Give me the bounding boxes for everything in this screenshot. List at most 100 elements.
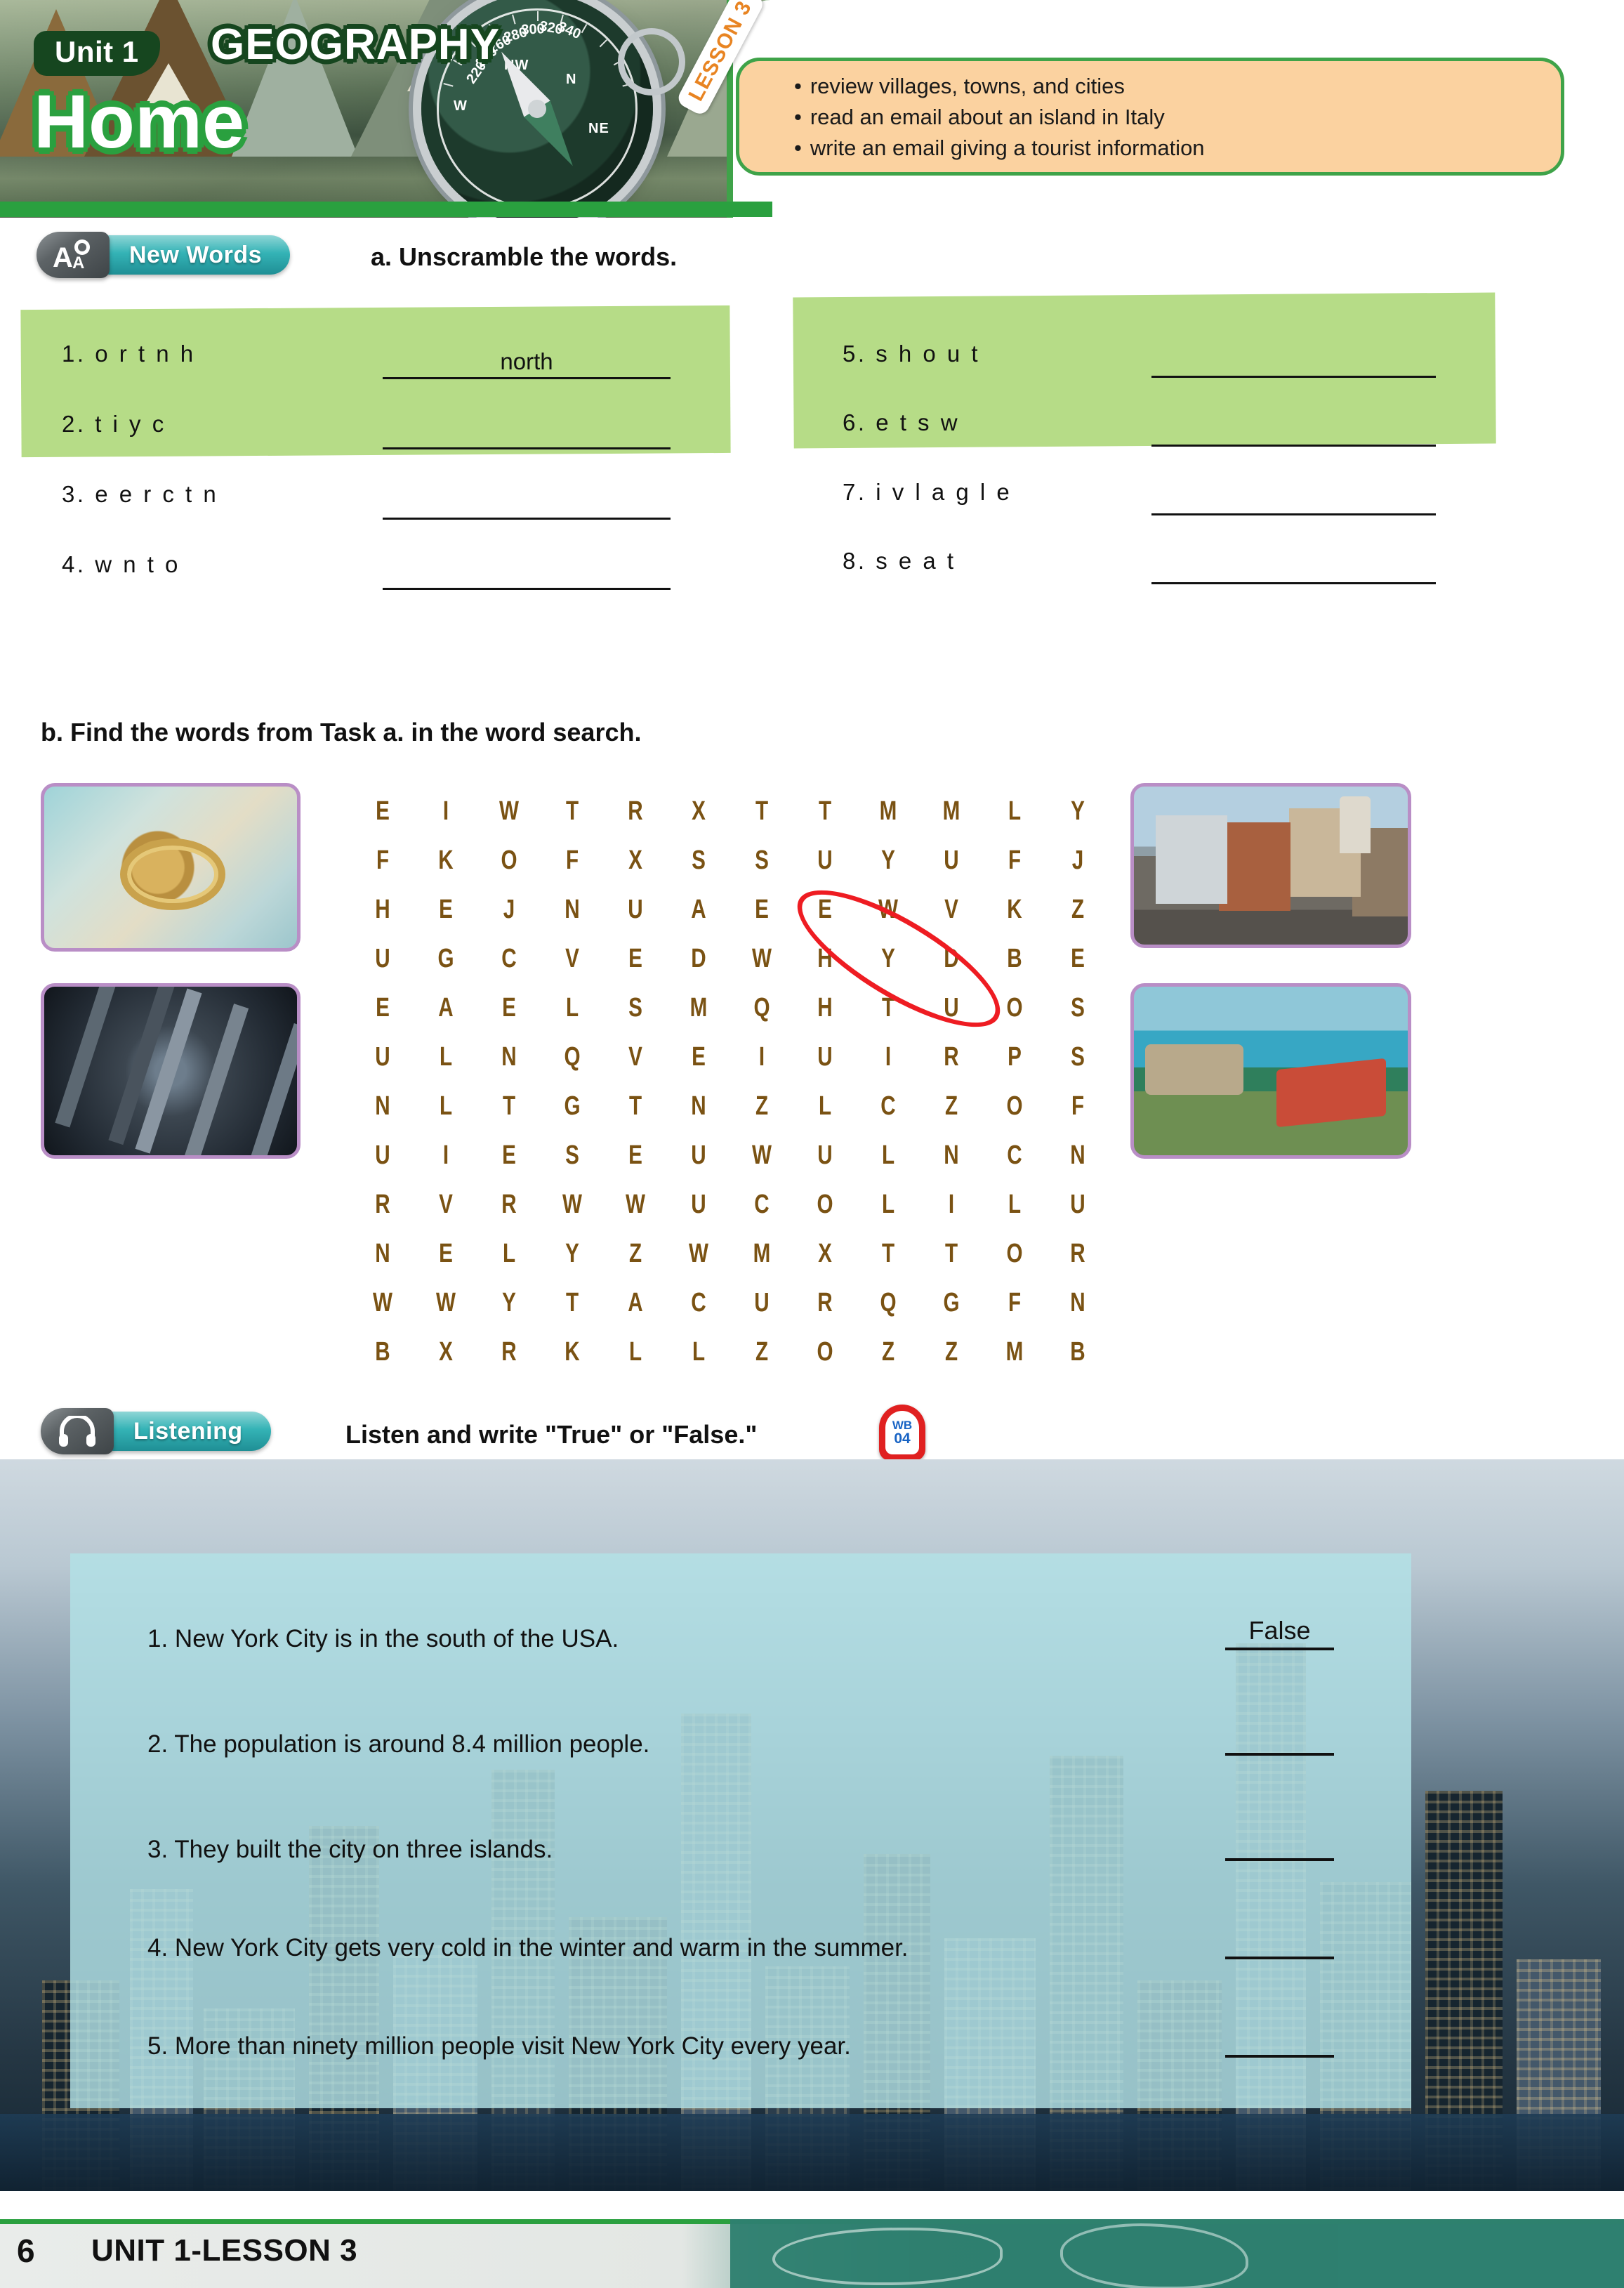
word-search-cell[interactable]: A [421, 983, 470, 1032]
word-search-cell[interactable]: F [358, 836, 407, 885]
answer-blank-4[interactable] [383, 562, 671, 590]
word-search-cell[interactable]: U [800, 1131, 850, 1180]
word-search-cell[interactable]: U [674, 1131, 723, 1180]
word-search-cell[interactable]: L [990, 787, 1039, 836]
word-search-cell[interactable]: R [800, 1278, 850, 1327]
word-search-cell[interactable]: I [421, 787, 470, 836]
word-search-cell[interactable]: H [358, 885, 407, 934]
word-search-cell[interactable]: W [737, 934, 786, 983]
word-search-cell[interactable]: L [548, 983, 597, 1032]
word-search-cell[interactable]: Q [864, 1278, 913, 1327]
word-search-grid[interactable]: EIWTRXTTMMLYFKOFXSSUYUFJHEJNUAEEWVKZUGCV… [351, 787, 1109, 1376]
word-search-cell[interactable]: O [800, 1327, 850, 1376]
word-search-cell[interactable]: M [990, 1327, 1039, 1376]
word-search-cell[interactable]: E [421, 885, 470, 934]
word-search-cell[interactable]: X [674, 787, 723, 836]
word-search-cell[interactable]: Y [548, 1229, 597, 1278]
word-search-cell[interactable]: O [800, 1180, 850, 1229]
word-search-cell[interactable]: G [548, 1081, 597, 1131]
word-search-cell[interactable]: U [927, 836, 976, 885]
word-search-cell[interactable]: J [1053, 836, 1102, 885]
word-search-cell[interactable]: W [484, 787, 534, 836]
word-search-cell[interactable]: I [927, 1180, 976, 1229]
word-search-cell[interactable]: U [358, 934, 407, 983]
word-search-cell[interactable]: P [990, 1032, 1039, 1081]
word-search-cell[interactable]: C [674, 1278, 723, 1327]
answer-blank-5[interactable] [1151, 350, 1436, 378]
word-search-cell[interactable]: M [737, 1229, 786, 1278]
word-search-cell[interactable]: U [611, 885, 660, 934]
word-search-cell[interactable]: F [990, 836, 1039, 885]
word-search-cell[interactable]: O [990, 1229, 1039, 1278]
word-search-cell[interactable]: C [737, 1180, 786, 1229]
word-search-cell[interactable]: C [990, 1131, 1039, 1180]
word-search-cell[interactable]: S [737, 836, 786, 885]
word-search-cell[interactable]: U [737, 1278, 786, 1327]
word-search-cell[interactable]: L [484, 1229, 534, 1278]
word-search-cell[interactable]: I [737, 1032, 786, 1081]
word-search-cell[interactable]: X [421, 1327, 470, 1376]
word-search-cell[interactable]: U [358, 1131, 407, 1180]
word-search-cell[interactable]: E [484, 983, 534, 1032]
word-search-cell[interactable]: L [864, 1131, 913, 1180]
word-search-cell[interactable]: M [927, 787, 976, 836]
word-search-cell[interactable]: I [864, 1032, 913, 1081]
word-search-cell[interactable]: L [421, 1032, 470, 1081]
word-search-cell[interactable]: D [927, 934, 976, 983]
word-search-cell[interactable]: L [421, 1081, 470, 1131]
word-search-cell[interactable]: T [864, 983, 913, 1032]
word-search-cell[interactable]: F [1053, 1081, 1102, 1131]
word-search-cell[interactable]: N [548, 885, 597, 934]
word-search-cell[interactable]: E [737, 885, 786, 934]
word-search-cell[interactable]: K [421, 836, 470, 885]
word-search-cell[interactable]: L [800, 1081, 850, 1131]
word-search-cell[interactable]: B [358, 1327, 407, 1376]
word-search-cell[interactable]: Z [927, 1327, 976, 1376]
word-search-cell[interactable]: Z [611, 1229, 660, 1278]
word-search-cell[interactable]: L [990, 1180, 1039, 1229]
word-search-cell[interactable]: W [358, 1278, 407, 1327]
word-search-cell[interactable]: B [990, 934, 1039, 983]
word-search-cell[interactable]: M [674, 983, 723, 1032]
word-search-cell[interactable]: T [927, 1229, 976, 1278]
word-search-cell[interactable]: Q [737, 983, 786, 1032]
word-search-cell[interactable]: T [548, 787, 597, 836]
word-search-cell[interactable]: N [1053, 1131, 1102, 1180]
answer-blank-6[interactable] [1151, 419, 1436, 447]
tf-answer-blank-3[interactable] [1225, 1832, 1334, 1861]
word-search-cell[interactable]: T [484, 1081, 534, 1131]
word-search-cell[interactable]: W [737, 1131, 786, 1180]
word-search-cell[interactable]: W [548, 1180, 597, 1229]
word-search-cell[interactable]: V [548, 934, 597, 983]
word-search-cell[interactable]: Z [1053, 885, 1102, 934]
word-search-cell[interactable]: E [484, 1131, 534, 1180]
word-search-cell[interactable]: J [484, 885, 534, 934]
word-search-cell[interactable]: T [611, 1081, 660, 1131]
word-search-cell[interactable]: U [800, 836, 850, 885]
word-search-cell[interactable]: Z [927, 1081, 976, 1131]
word-search-cell[interactable]: E [611, 934, 660, 983]
word-search-cell[interactable]: Q [548, 1032, 597, 1081]
word-search-cell[interactable]: C [864, 1081, 913, 1131]
word-search-cell[interactable]: E [358, 983, 407, 1032]
answer-blank-8[interactable] [1151, 556, 1436, 584]
word-search-cell[interactable]: O [484, 836, 534, 885]
answer-blank-2[interactable] [383, 421, 671, 449]
word-search-cell[interactable]: V [927, 885, 976, 934]
word-search-cell[interactable]: L [611, 1327, 660, 1376]
tf-answer-blank-1[interactable]: False [1225, 1616, 1334, 1650]
word-search-cell[interactable]: T [800, 787, 850, 836]
word-search-cell[interactable]: X [800, 1229, 850, 1278]
word-search-cell[interactable]: N [1053, 1278, 1102, 1327]
word-search-cell[interactable]: Z [864, 1327, 913, 1376]
word-search-cell[interactable]: U [800, 1032, 850, 1081]
tf-answer-blank-4[interactable] [1225, 1930, 1334, 1959]
tf-answer-blank-2[interactable] [1225, 1726, 1334, 1756]
word-search-cell[interactable]: T [737, 787, 786, 836]
word-search-cell[interactable]: K [990, 885, 1039, 934]
word-search-cell[interactable]: U [927, 983, 976, 1032]
word-search-cell[interactable]: N [358, 1081, 407, 1131]
word-search-cell[interactable]: V [421, 1180, 470, 1229]
word-search-cell[interactable]: R [484, 1180, 534, 1229]
word-search-cell[interactable]: W [864, 885, 913, 934]
